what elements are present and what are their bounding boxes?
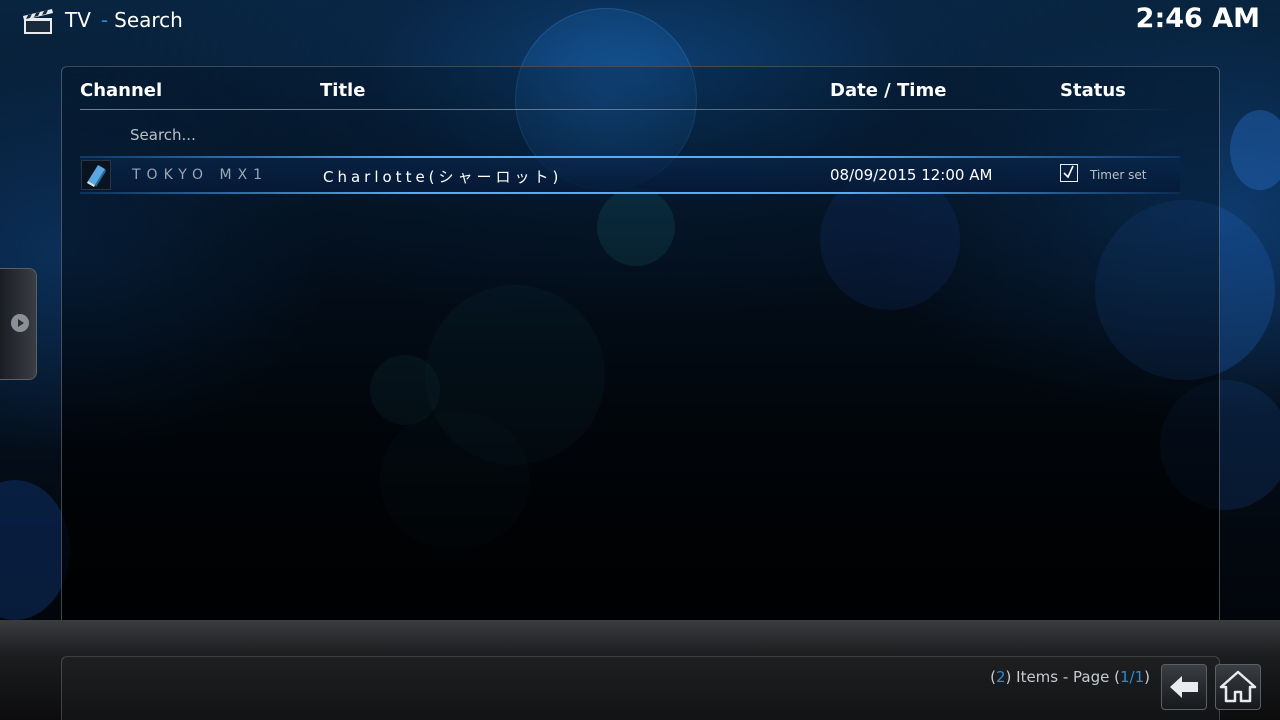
page-label: Search [114,8,183,32]
channel-logo-icon [81,160,111,190]
checkbox-checked-icon [1060,164,1078,182]
column-header-title[interactable]: Title [320,80,365,101]
row-title: Charlotte(シャーロット) [323,168,563,186]
background-bokeh [1230,110,1280,190]
row-datetime: 08/09/2015 12:00 AM [830,166,993,184]
table-row[interactable]: TOKYO MX1 Charlotte(シャーロット) 08/09/2015 1… [80,156,1180,194]
selection-highlight [80,192,1180,194]
clapperboard-icon [22,7,54,35]
page-number: 1/1 [1120,668,1145,686]
items-count: 2 [995,668,1006,686]
side-menu-tab[interactable] [0,268,37,380]
arrow-right-icon [11,314,29,332]
page-title: TV - Search [65,8,183,32]
section-label: TV [65,8,91,32]
selection-highlight [80,156,1180,158]
row-status: Timer set [1090,168,1147,182]
column-header-datetime[interactable]: Date / Time [830,80,946,101]
title-separator: - [100,8,109,32]
results-panel [61,66,1220,656]
search-item[interactable]: Search... [130,126,196,144]
column-header-channel[interactable]: Channel [80,80,162,101]
row-channel: TOKYO MX1 [132,167,269,183]
header-divider [80,109,1180,110]
column-header-status[interactable]: Status [1060,80,1126,101]
clock: 2:46 AM [1135,3,1260,34]
home-button[interactable] [1215,664,1261,710]
footer-panel [61,656,1220,720]
header-bar: TV - Search 2:46 AM [0,0,1280,42]
items-mid: ) Items - Page ( [1005,668,1120,686]
back-button[interactable] [1161,664,1207,710]
items-page-info: (2) Items - Page (1/1) [990,668,1150,686]
items-close: ) [1144,668,1150,686]
background-bokeh [0,480,70,620]
